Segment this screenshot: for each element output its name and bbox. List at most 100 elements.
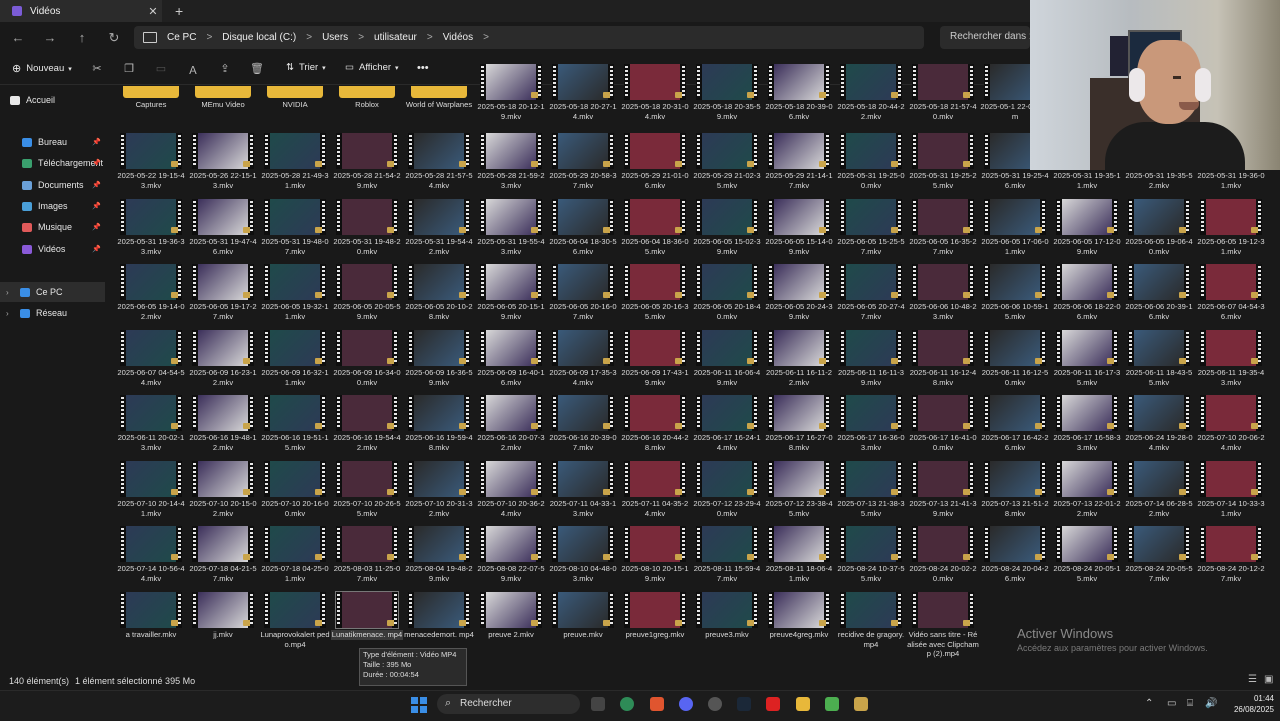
video-file-item[interactable]: 2025-06-06 10-48-23.mkv [907, 264, 979, 321]
video-file-item[interactable]: 2025-08-24 20-05-57.mkv [1123, 526, 1195, 583]
display-icon[interactable]: ▭ [1167, 698, 1176, 709]
video-file-item[interactable]: preuve4greg.mkv [763, 592, 835, 640]
video-file-item[interactable]: 2025-08-24 20-05-15.mkv [1051, 526, 1123, 583]
video-file-item[interactable]: 2025-06-04 18-36-05.mkv [619, 199, 691, 256]
video-file-item[interactable]: 2025-06-17 16-41-00.mkv [907, 395, 979, 452]
video-file-item[interactable]: 2025-06-17 16-24-14.mkv [691, 395, 763, 452]
cut-icon[interactable]: ✂ [89, 62, 105, 75]
video-file-item[interactable]: 2025-06-09 17-35-34.mkv [547, 330, 619, 387]
breadcrumb-ce-pc[interactable]: Ce PC [167, 32, 196, 43]
paste-icon[interactable]: ▭ [153, 62, 169, 75]
video-file-item[interactable]: 2025-06-05 17-12-09.mkv [1051, 199, 1123, 256]
video-file-item[interactable]: 2025-06-05 20-24-39.mkv [763, 264, 835, 321]
video-file-item[interactable]: preuve3.mkv [691, 592, 763, 640]
video-file-item[interactable]: 2025-07-11 04-35-24.mkv [619, 461, 691, 518]
video-file-item[interactable]: 2025-07-10 20-36-24.mkv [475, 461, 547, 518]
video-file-item[interactable]: 2025-07-13 21-38-35.mkv [835, 461, 907, 518]
view-button[interactable]: ▭ Afficher ▾ [345, 62, 399, 73]
settings-icon[interactable] [708, 697, 722, 711]
video-file-item[interactable]: 2025-06-05 19-17-27.mkv [187, 264, 259, 321]
video-file-item[interactable]: 2025-08-10 20-15-19.mkv [619, 526, 691, 583]
video-file-item[interactable]: 2025-05-28 21-59-23.mkv [475, 133, 547, 190]
video-file-item[interactable]: 2025-05-28 21-49-31.mkv [259, 133, 331, 190]
video-file-item[interactable]: 2025-05-31 19-54-42.mkv [403, 199, 475, 256]
video-file-item[interactable]: 2025-07-18 04-21-57.mkv [187, 526, 259, 583]
task-view-icon[interactable] [591, 697, 605, 711]
video-file-item[interactable]: 2025-07-10 20-06-24.mkv [1195, 395, 1267, 452]
video-file-item[interactable]: 2025-08-11 15-59-47.mkv [691, 526, 763, 583]
video-file-item[interactable]: 2025-07-13 21-51-28.mkv [979, 461, 1051, 518]
tiles-view-icon[interactable]: ▣ [1264, 674, 1273, 685]
chevron-right-icon[interactable]: › [6, 288, 16, 297]
file-explorer-icon[interactable] [796, 697, 810, 711]
video-file-item[interactable]: menacedemort. mp4 [403, 592, 475, 640]
video-file-item[interactable]: 2025-06-11 20-02-13.mkv [115, 395, 187, 452]
video-file-item[interactable]: 2025-05-31 19-55-43.mkv [475, 199, 547, 256]
clock[interactable]: 01:44 26/08/2025 [1224, 693, 1274, 715]
video-file-item[interactable]: 2025-07-14 10-33-31.mkv [1195, 461, 1267, 518]
game-app-icon[interactable] [825, 697, 839, 711]
video-file-item[interactable]: 2025-06-16 20-44-28.mkv [619, 395, 691, 452]
folder-item[interactable]: Captures [115, 86, 187, 110]
video-file-item[interactable]: 2025-07-10 20-26-55.mkv [331, 461, 403, 518]
back-icon[interactable]: ← [9, 30, 27, 45]
video-file-item[interactable]: 2025-05-31 19-48-20.mkv [331, 199, 403, 256]
sidebar-item-5[interactable]: Musique 📌 [0, 217, 105, 237]
video-file-item[interactable]: 2025-07-10 20-14-41.mkv [115, 461, 187, 518]
rename-icon[interactable]: Ａ [185, 62, 201, 78]
video-file-item[interactable]: 2025-06-11 16-06-49.mkv [691, 330, 763, 387]
video-file-item[interactable]: a travailler.mkv [115, 592, 187, 640]
folder-item[interactable]: NVIDIA [259, 86, 331, 110]
video-file-item[interactable]: 2025-07-10 20-16-00.mkv [259, 461, 331, 518]
video-file-item[interactable]: 2025-06-05 20-16-07.mkv [547, 264, 619, 321]
video-file-item[interactable]: preuve 2.mkv [475, 592, 547, 640]
video-file-item[interactable]: 2025-05-29 21-01-06.mkv [619, 133, 691, 190]
video-file-item[interactable]: 2025-06-16 19-59-48.mkv [403, 395, 475, 452]
show-hidden-icons[interactable]: ⌃ [1145, 698, 1153, 709]
video-file-item[interactable]: 2025-06-11 16-12-48.mkv [907, 330, 979, 387]
video-file-item[interactable]: 2025-08-24 20-12-27.mkv [1195, 526, 1267, 583]
sidebar-tree-1[interactable]: › Réseau [0, 303, 105, 323]
network-icon[interactable]: ⌸ [1187, 698, 1193, 709]
breadcrumb-users[interactable]: Users [322, 32, 348, 43]
video-file-item[interactable]: 2025-05-18 20-27-14.mkv [547, 64, 619, 121]
start-icon[interactable] [411, 697, 427, 713]
video-file-item[interactable]: 2025-06-11 16-11-22.mkv [763, 330, 835, 387]
address-bar[interactable]: Ce PC > Disque local (C:) > Users > util… [134, 26, 924, 49]
video-file-item[interactable]: 2025-05-29 21-14-17.mkv [763, 133, 835, 190]
video-file-item[interactable]: 2025-05-18 20-39-06.mkv [763, 64, 835, 121]
video-file-item[interactable]: 2025-06-05 15-14-09.mkv [763, 199, 835, 256]
video-file-item[interactable]: 2025-08-08 22-07-59.mkv [475, 526, 547, 583]
video-file-item[interactable]: 2025-06-05 20-05-59.mkv [331, 264, 403, 321]
sidebar-item-0[interactable]: Accueil [0, 90, 105, 110]
up-icon[interactable]: ↑ [73, 30, 91, 45]
video-file-item[interactable]: 2025-06-05 20-27-47.mkv [835, 264, 907, 321]
video-file-item[interactable]: 2025-05-18 20-12-19.mkv [475, 64, 547, 121]
video-file-item[interactable]: 2025-08-11 18-06-41.mkv [763, 526, 835, 583]
video-file-item[interactable]: 2025-06-16 20-07-32.mkv [475, 395, 547, 452]
video-file-item[interactable]: 2025-06-17 16-36-03.mkv [835, 395, 907, 452]
breadcrumb-videos[interactable]: Vidéos [443, 32, 473, 43]
copy-icon[interactable]: ❐ [121, 62, 137, 75]
video-file-item[interactable]: 2025-06-16 19-48-12.mkv [187, 395, 259, 452]
video-file-item[interactable]: 2025-07-13 21-41-39.mkv [907, 461, 979, 518]
video-file-item[interactable]: 2025-05-26 22-15-13.mkv [187, 133, 259, 190]
video-file-item[interactable]: 2025-06-11 16-11-39.mkv [835, 330, 907, 387]
video-file-item[interactable]: 2025-07-12 23-29-40.mkv [691, 461, 763, 518]
sidebar-item-1[interactable]: Bureau 📌 [0, 132, 105, 152]
video-file-item[interactable]: 2025-06-17 16-42-26.mkv [979, 395, 1051, 452]
video-file-item[interactable]: 2025-06-16 19-54-42.mkv [331, 395, 403, 452]
video-file-item[interactable]: 2025-06-16 20-39-07.mkv [547, 395, 619, 452]
video-file-item[interactable]: 2025-05-31 19-48-07.mkv [259, 199, 331, 256]
folder-item[interactable]: World of Warplanes [403, 86, 475, 110]
video-file-item[interactable]: 2025-07-12 23-38-45.mkv [763, 461, 835, 518]
video-file-item[interactable]: 2025-06-11 19-35-43.mkv [1195, 330, 1267, 387]
video-file-item[interactable]: Lunaprovokalert pedo.mp4 [259, 592, 331, 649]
breadcrumb-disque-local[interactable]: Disque local (C:) [222, 32, 296, 43]
video-file-item[interactable]: 2025-06-05 17-06-01.mkv [979, 199, 1051, 256]
video-file-item[interactable]: 2025-06-09 16-34-00.mkv [331, 330, 403, 387]
video-file-item[interactable]: 2025-06-09 17-43-19.mkv [619, 330, 691, 387]
sort-button[interactable]: ⇅ Trier ▾ [286, 62, 326, 73]
new-button[interactable]: ⊕ Nouveau ▾ [12, 62, 72, 75]
video-file-item[interactable]: 2025-06-04 18-30-56.mkv [547, 199, 619, 256]
